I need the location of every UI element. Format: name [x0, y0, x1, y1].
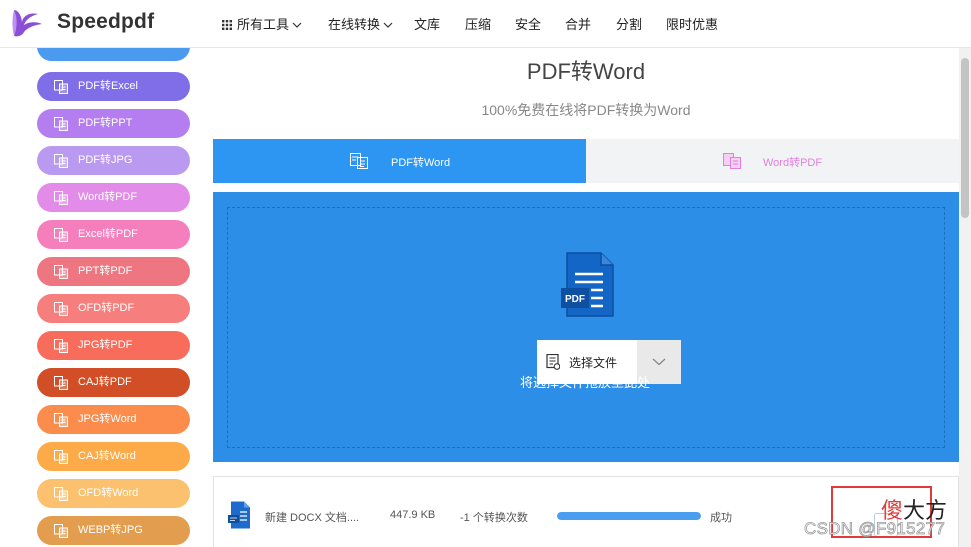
sidebar-item[interactable]: OFD转Word	[37, 479, 190, 508]
upload-dropzone[interactable]: PDF 选择文件 将选择文件拖放至此处	[213, 192, 959, 462]
nav-library[interactable]: 文库	[414, 14, 440, 33]
sidebar-item-label: WEBP转JPG	[78, 524, 143, 536]
sidebar-item-label: PPT转PDF	[78, 265, 133, 277]
sidebar-item-label: CAJ转PDF	[78, 376, 132, 388]
sidebar-item-label: PDF转JPG	[78, 154, 133, 166]
convert-file-icon	[54, 339, 68, 353]
sidebar-item-label: OFD转Word	[78, 487, 139, 499]
convert-file-icon	[54, 154, 68, 168]
sidebar-item-label: Excel转PDF	[78, 228, 138, 240]
sidebar-item[interactable]: WEBP转JPG	[37, 516, 190, 545]
nav-split[interactable]: 分割	[616, 14, 642, 33]
nav-security[interactable]: 安全	[515, 14, 541, 33]
sidebar-item-label: PDF转PPT	[78, 117, 133, 129]
choose-file-label: 选择文件	[569, 356, 618, 370]
sidebar-item[interactable]: PPT转PDF	[37, 257, 190, 286]
conversion-progress-fill	[557, 512, 701, 520]
convert-file-icon	[54, 117, 68, 131]
tab-pdf-to-word-label: PDF转Word	[391, 157, 451, 169]
brand-name[interactable]: Speedpdf	[57, 10, 154, 34]
file-upload-icon	[546, 354, 560, 370]
scrollbar-thumb[interactable]	[961, 58, 969, 218]
sidebar-item[interactable]: PDF转JPG	[37, 146, 190, 175]
convert-file-icon	[54, 487, 68, 501]
upload-dropzone-border: PDF 选择文件 将选择文件拖放至此处	[227, 207, 945, 448]
convert-file-icon	[54, 265, 68, 279]
tab-pdf-to-word[interactable]: PDF转Word	[213, 139, 586, 183]
tab-word-to-pdf[interactable]: Word转PDF	[586, 139, 959, 183]
sidebar-item[interactable]: CAJ转PDF	[37, 368, 190, 397]
sidebar-item-label: OFD转PDF	[78, 302, 135, 314]
docx-file-icon	[228, 501, 250, 529]
file-size: 447.9 KB	[390, 509, 436, 521]
sidebar-item[interactable]: Excel转PDF	[37, 220, 190, 249]
nav-all-tools[interactable]: 所有工具	[222, 14, 302, 33]
convert-file-icon	[54, 191, 68, 205]
page-title: PDF转Word	[526, 59, 646, 84]
nav-all-tools-label: 所有工具	[237, 17, 290, 32]
convert-file-icon	[54, 524, 68, 538]
nav-compress[interactable]: 压缩	[465, 14, 491, 33]
sidebar-item[interactable]: Word转PDF	[37, 183, 190, 212]
watermark-csdn: CSDN @F915277	[804, 519, 946, 539]
sidebar-item-label: CAJ转Word	[78, 450, 136, 462]
speedpdf-logo-icon[interactable]	[8, 6, 46, 40]
page-subtitle: 100%免费在线将PDF转换为Word	[481, 102, 691, 118]
sidebar-item[interactable]: JPG转Word	[37, 405, 190, 434]
nav-online-convert[interactable]: 在线转换	[328, 14, 393, 33]
sidebar-item-partial[interactable]	[37, 48, 190, 61]
tab-word-to-pdf-label: Word转PDF	[763, 157, 823, 169]
convert-file-icon	[54, 302, 68, 316]
convert-file-icon	[54, 413, 68, 427]
drop-hint-text: 将选择文件拖放至此处	[519, 375, 650, 390]
conversion-count: -1 个转换次数	[460, 512, 528, 524]
sidebar-item-label: Word转PDF	[78, 191, 138, 203]
conversion-status: 成功	[710, 512, 732, 524]
chevron-down-icon	[292, 22, 302, 28]
top-navigation-bar: Speedpdf 所有工具 在线转换 文库 压缩 安全 合并 分割 限时优惠	[0, 0, 971, 48]
sidebar-item-label: PDF转Excel	[78, 80, 138, 92]
convert-file-icon	[54, 228, 68, 242]
pdf-badge-text: PDF	[565, 294, 585, 305]
tool-sidebar: PDF转Excel PDF转PPT PDF转JPG Word转PDF Excel转PDF…	[0, 48, 212, 547]
grid-icon	[222, 20, 232, 30]
conversion-progress-bar	[557, 512, 701, 520]
sidebar-item[interactable]: JPG转PDF	[37, 331, 190, 360]
main-content: PDF转Word 100%免费在线将PDF转换为Word PDF转Word Wo…	[213, 48, 959, 547]
sidebar-item-label: JPG转PDF	[78, 339, 133, 351]
nav-limited-offer[interactable]: 限时优惠	[666, 14, 718, 33]
sidebar-item[interactable]: CAJ转Word	[37, 442, 190, 471]
chevron-down-icon	[652, 358, 666, 366]
convert-file-icon	[54, 80, 68, 94]
convert-file-icon	[723, 153, 741, 169]
file-name: 新建 DOCX 文档....	[265, 512, 360, 524]
sidebar-item[interactable]: PDF转PPT	[37, 109, 190, 138]
convert-file-icon	[54, 376, 68, 390]
convert-file-icon	[350, 153, 368, 169]
page-scrollbar[interactable]	[959, 48, 971, 547]
sidebar-item[interactable]: OFD转PDF	[37, 294, 190, 323]
chevron-down-icon	[383, 22, 393, 28]
nav-online-convert-label: 在线转换	[328, 17, 381, 32]
nav-merge[interactable]: 合并	[565, 14, 591, 33]
pdf-document-icon: PDF	[561, 252, 614, 317]
sidebar-item[interactable]: PDF转Excel	[37, 72, 190, 101]
sidebar-item-label: JPG转Word	[78, 413, 137, 425]
convert-file-icon	[54, 450, 68, 464]
